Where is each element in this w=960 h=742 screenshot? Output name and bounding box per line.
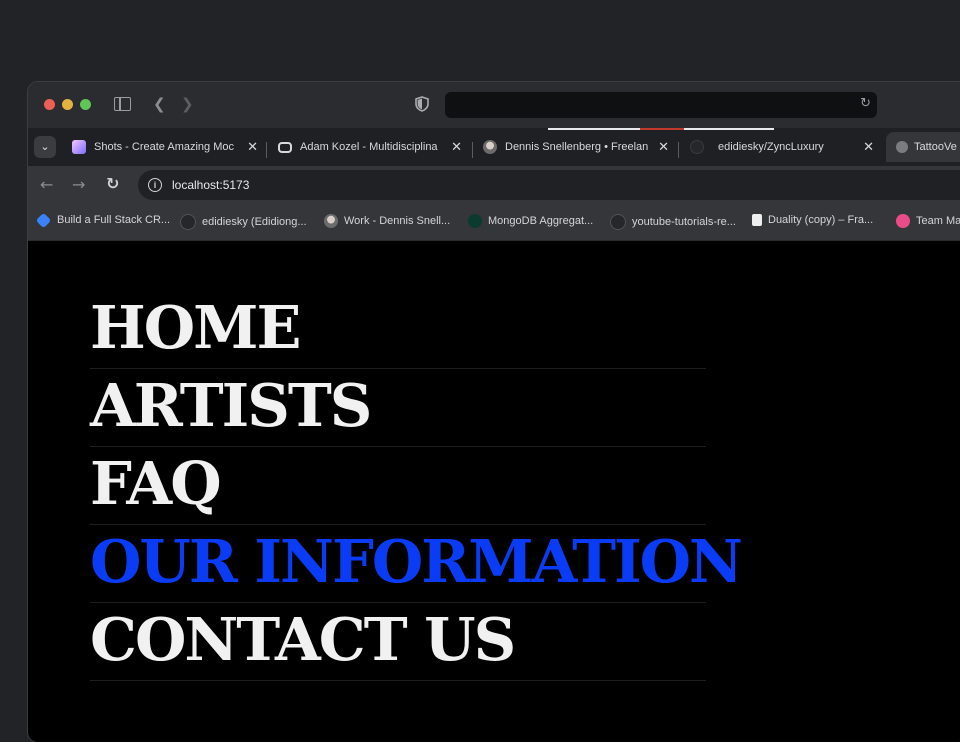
tab-divider	[266, 142, 267, 158]
site-info-icon[interactable]: i	[148, 178, 162, 192]
bookmark-item[interactable]: edidiesky (Edidiong...	[180, 214, 307, 230]
menu-item-home[interactable]: HOME	[90, 291, 706, 369]
bookmark-item[interactable]: Build a Full Stack CR...	[35, 212, 171, 228]
navigation-toolbar: ← → ↻ i localhost:5173	[28, 166, 960, 204]
menu-item-label: ARTISTS	[90, 371, 372, 440]
forward-chevron-icon[interactable]: ❯	[181, 95, 194, 113]
tab-label: Dennis Snellenberg • Freelan	[505, 141, 649, 153]
back-arrow-icon[interactable]: ←	[40, 175, 53, 194]
tab-active-tattoove[interactable]: TattooVe	[886, 132, 960, 162]
tab-label: edidiesky/ZyncLuxury	[718, 141, 824, 153]
back-chevron-icon[interactable]: ❮	[153, 95, 166, 113]
tab-close-icon[interactable]: ✕	[247, 139, 258, 155]
tab-label: TattooVe	[914, 141, 957, 153]
bookmark-label: Team Ma	[916, 215, 960, 227]
bookmark-item[interactable]: Team Ma	[896, 214, 960, 228]
menu-item-label: CONTACT US	[90, 605, 516, 674]
tab-adam-kozel[interactable]: Adam Kozel - Multidisciplina ✕	[278, 132, 462, 162]
reload-icon[interactable]: ↻	[860, 96, 871, 111]
bookmark-label: Duality (copy) – Fra...	[768, 214, 874, 226]
menu-item-contact-us[interactable]: CONTACT US	[90, 603, 706, 681]
avatar-bookmark-icon	[324, 214, 338, 228]
dribbble-bookmark-icon	[896, 214, 910, 228]
address-bar[interactable]: ↻	[445, 92, 877, 118]
bookmark-label: Build a Full Stack CR...	[57, 214, 171, 226]
menu-item-faq[interactable]: FAQ	[90, 447, 706, 525]
bookmark-item[interactable]: Duality (copy) – Fra...	[752, 214, 873, 226]
shots-favicon-icon	[72, 140, 86, 154]
mongodb-leaf-icon	[468, 214, 482, 228]
bookmark-item[interactable]: MongoDB Aggregat...	[468, 214, 593, 228]
tab-search-chevron-icon[interactable]: ⌄	[34, 136, 56, 158]
bookmarks-bar: Build a Full Stack CR... edidiesky (Edid…	[28, 204, 960, 241]
url-text: localhost:5173	[172, 178, 250, 192]
avatar-favicon-icon	[483, 140, 497, 154]
bookmark-item[interactable]: Work - Dennis Snell...	[324, 214, 450, 228]
github-bookmark-icon	[180, 214, 196, 230]
menu-item-label: FAQ	[90, 449, 222, 518]
tab-divider	[678, 142, 679, 158]
bookmark-label: MongoDB Aggregat...	[488, 215, 594, 227]
title-bar: ❮ ❯ ↻	[28, 82, 960, 128]
minimize-window-button[interactable]	[62, 99, 73, 110]
github-favicon-icon	[690, 140, 704, 154]
tab-shots[interactable]: Shots - Create Amazing Moc ✕	[72, 132, 258, 162]
menu-item-label: OUR INFORMATION	[90, 527, 743, 596]
tab-strip: ⌄ Shots - Create Amazing Moc ✕ Adam Koze…	[28, 128, 960, 166]
bookmark-label: edidiesky (Edidiong...	[202, 216, 307, 228]
tab-label: Shots - Create Amazing Moc	[94, 141, 235, 153]
tab-close-icon[interactable]: ✕	[658, 139, 669, 155]
loading-indicator	[684, 128, 774, 130]
main-menu: HOME ARTISTS FAQ OUR INFORMATION CONTACT…	[90, 291, 743, 681]
maximize-window-button[interactable]	[80, 99, 91, 110]
tab-divider	[472, 142, 473, 158]
globe-favicon-icon	[896, 141, 908, 153]
omnibox[interactable]: i localhost:5173	[138, 170, 960, 200]
framer-bookmark-icon	[752, 214, 762, 226]
shield-icon[interactable]	[415, 96, 429, 112]
bookmark-label: Work - Dennis Snell...	[344, 215, 451, 227]
tab-label: Adam Kozel - Multidisciplina	[300, 141, 438, 153]
tab-close-icon[interactable]: ✕	[863, 139, 874, 155]
menu-item-our-information[interactable]: OUR INFORMATION	[90, 525, 743, 603]
github-bookmark-icon	[610, 214, 626, 230]
close-window-button[interactable]	[44, 99, 55, 110]
sidebar-toggle-icon[interactable]	[114, 97, 131, 111]
menu-item-label: HOME	[90, 293, 301, 362]
reload-icon[interactable]: ↻	[106, 174, 119, 193]
diamond-bookmark-icon	[35, 212, 52, 228]
bookmark-label: youtube-tutorials-re...	[632, 216, 736, 228]
bookmark-item[interactable]: youtube-tutorials-re...	[610, 214, 736, 230]
tab-dennis-snellenberg[interactable]: Dennis Snellenberg • Freelan ✕	[483, 132, 669, 162]
link-favicon-icon	[278, 141, 292, 153]
menu-item-artists[interactable]: ARTISTS	[90, 369, 706, 447]
loading-indicator	[548, 128, 640, 130]
forward-arrow-icon[interactable]: →	[72, 175, 85, 194]
tab-close-icon[interactable]: ✕	[451, 139, 462, 155]
loading-indicator	[640, 128, 684, 130]
page-viewport: HOME ARTISTS FAQ OUR INFORMATION CONTACT…	[28, 241, 960, 742]
browser-window: ❮ ❯ ↻ ⌄ Shots - Create Amazing Moc ✕ Ada…	[28, 82, 960, 742]
tab-zyncluxury[interactable]: edidiesky/ZyncLuxury ✕	[690, 132, 874, 162]
